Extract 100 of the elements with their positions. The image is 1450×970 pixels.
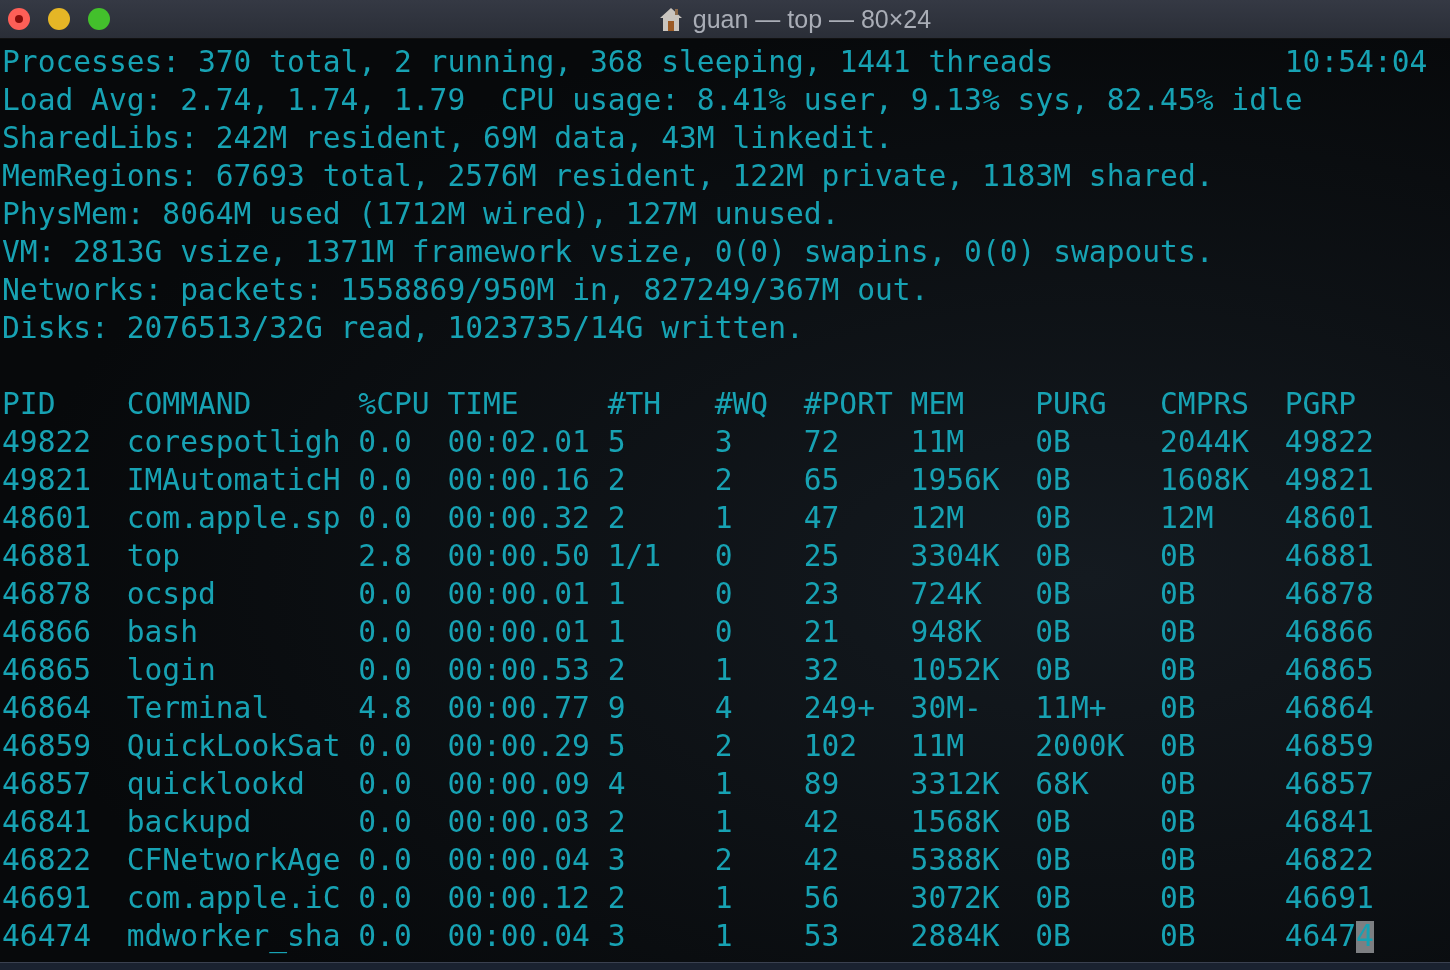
table-cell: 0B [1160, 919, 1196, 953]
table-cell: 3304K [910, 539, 1000, 573]
table-cell: 0.0 [358, 577, 412, 611]
table-cell: 72 [803, 425, 840, 459]
table-cell: 1608K [1160, 463, 1250, 497]
table-cell: backupd [126, 805, 252, 839]
table-cell: 1956K [910, 463, 1000, 497]
table-cell: 0B [1160, 539, 1196, 573]
table-cell: 0B [1160, 843, 1196, 877]
table-cell: 0B [1035, 843, 1071, 877]
table-cell: 948K [910, 615, 982, 649]
summary-line: MemRegions: 67693 total, 2576M resident, 122M private, 1183M shared. [2, 158, 1215, 195]
table-cell: 49822 [2, 425, 92, 459]
table-cell: 0.0 [358, 729, 412, 763]
table-cell: 42 [803, 805, 840, 839]
table-cell: 46859 [2, 729, 92, 763]
table-cell: 46691 [1284, 881, 1374, 915]
table-cell: 2 [607, 653, 626, 687]
column-header: COMMAND [126, 387, 252, 421]
table-cell: 2000K [1035, 729, 1125, 763]
summary-line: Processes: 370 total, 2 running, 368 sleeping, 1441 threads [2, 44, 1054, 81]
table-cell: bash [126, 615, 198, 649]
table-cell: 1 [714, 881, 733, 915]
table-cell: 2044K [1160, 425, 1250, 459]
table-cell: 0B [1035, 577, 1071, 611]
column-header: #PORT [803, 387, 893, 421]
table-cell: 46881 [1284, 539, 1374, 573]
table-cell: 49821 [1284, 463, 1374, 497]
table-cell: 1 [607, 577, 626, 611]
table-cell: 2884K [910, 919, 1000, 953]
table-cell: 2 [607, 463, 626, 497]
table-cell: 0B [1035, 425, 1071, 459]
column-header: PGRP [1284, 387, 1356, 421]
table-cell: 32 [803, 653, 840, 687]
table-cell: 46857 [1284, 767, 1374, 801]
table-cell: 46474 [2, 919, 92, 953]
table-cell: 1 [714, 653, 733, 687]
table-cell: 0.0 [358, 425, 412, 459]
table-cell: 1/1 [607, 539, 662, 573]
table-cell: 56 [803, 881, 840, 915]
table-cell: 0.0 [358, 843, 412, 877]
column-header: %CPU [358, 387, 430, 421]
table-cell: 3 [607, 843, 626, 877]
table-cell: 0.0 [358, 615, 412, 649]
table-cell: 9 [607, 691, 626, 725]
table-cell: corespotligh [126, 425, 341, 459]
column-header: MEM [910, 387, 965, 421]
table-cell: 00:00.77 [447, 691, 590, 725]
column-header: #TH [607, 387, 662, 421]
close-button[interactable] [8, 8, 30, 30]
table-cell: 2 [714, 463, 733, 497]
table-cell: CFNetworkAge [126, 843, 341, 877]
minimize-button[interactable] [48, 8, 70, 30]
table-cell: 4 [607, 767, 626, 801]
column-header: CMPRS [1160, 387, 1250, 421]
zoom-button[interactable] [88, 8, 110, 30]
table-cell: 23 [803, 577, 840, 611]
table-cell: 46857 [2, 767, 92, 801]
table-cell: 5 [607, 425, 626, 459]
table-cell: 00:00.04 [447, 919, 590, 953]
house-icon [658, 6, 683, 32]
table-cell: 46866 [2, 615, 92, 649]
table-cell: 0B [1160, 805, 1196, 839]
table-cell: 46822 [2, 843, 92, 877]
column-header: TIME [447, 387, 519, 421]
window-title: guan — top — 80×24 [692, 4, 932, 34]
table-cell: 00:00.03 [447, 805, 590, 839]
table-cell: 46841 [1284, 805, 1374, 839]
table-cell: 00:00.50 [447, 539, 590, 573]
table-cell: 00:00.01 [447, 577, 590, 611]
column-header: PID [2, 387, 56, 421]
summary-line: PhysMem: 8064M used (1712M wired), 127M unused. [2, 196, 841, 233]
table-cell: 0B [1160, 729, 1196, 763]
table-cell: 249+ [803, 691, 875, 725]
table-cell: 1568K [910, 805, 1000, 839]
table-cell: 0.0 [358, 805, 412, 839]
table-cell: 5 [607, 729, 626, 763]
table-cell: 0B [1035, 463, 1071, 497]
summary-line: Disks: 2076513/32G read, 1023735/14G written. [2, 310, 805, 347]
table-cell: 102 [803, 729, 858, 763]
table-cell: 00:02.01 [447, 425, 590, 459]
table-cell: 46822 [1284, 843, 1374, 877]
clock: 10:54:04 [1284, 44, 1428, 81]
table-cell: 0B [1035, 539, 1071, 573]
column-header: PURG [1035, 387, 1107, 421]
table-cell: 0B [1035, 501, 1071, 535]
table-cell: 42 [803, 843, 840, 877]
table-cell: 0B [1035, 805, 1071, 839]
table-cell: 89 [803, 767, 840, 801]
table-cell: 0B [1160, 691, 1196, 725]
table-cell: 0.0 [358, 463, 412, 497]
table-cell: 0B [1035, 881, 1071, 915]
table-cell: 724K [910, 577, 982, 611]
table-cell: 65 [803, 463, 840, 497]
table-cell: 46864 [2, 691, 92, 725]
table-cell: 0 [714, 539, 733, 573]
table-cell: 0.0 [358, 501, 412, 535]
table-cell: 2.8 [358, 539, 412, 573]
table-cell: 2 [714, 843, 733, 877]
table-cell: 00:00.04 [447, 843, 590, 877]
